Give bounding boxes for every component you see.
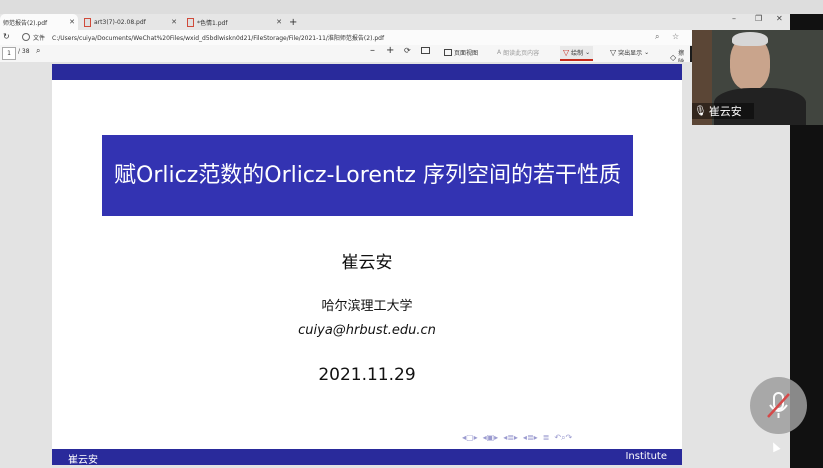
chevron-down-icon: ⌄ xyxy=(644,49,650,56)
close-window-button[interactable]: ✕ xyxy=(776,14,783,23)
tab-bar: 师范报告(2).pdf ✕ art3(7)-02.08.pdf ✕ *色情1.p… xyxy=(0,14,790,30)
slide-header-bar xyxy=(52,64,682,80)
nav-frame-icon: ◂▢▸ xyxy=(462,433,478,442)
nav-slide-icon: ◂▣▸ xyxy=(482,433,499,442)
highlight-icon: ▽ xyxy=(610,48,617,57)
tab-1[interactable]: 师范报告(2).pdf ✕ xyxy=(0,14,78,30)
read-aloud-button[interactable]: A 朗读此页内容 xyxy=(497,48,539,57)
participant-name: 崔云安 xyxy=(708,105,742,118)
url-field[interactable]: C:/Users/cuiya/Documents/WeChat%20Files/… xyxy=(52,33,652,42)
tab-label: *色情1.pdf xyxy=(197,19,228,27)
nav-search-icon: ↶⌕↷ xyxy=(554,433,573,442)
tab-3[interactable]: *色情1.pdf ✕ xyxy=(183,14,285,30)
tab-label: art3(7)-02.08.pdf xyxy=(94,18,146,26)
minimize-button[interactable]: – xyxy=(732,14,736,23)
slide-date: 2021.11.29 xyxy=(318,365,416,385)
pdf-toolbar: 1 / 38 ⌕ – + ⟳ 页面视图 A 朗读此页内容 ▽ 绘制 ⌄ ▽ 突出… xyxy=(0,45,690,66)
slide-email: cuiya@hrbust.edu.cn xyxy=(298,323,436,338)
slide-footer: 崔云安 Institute xyxy=(52,449,682,466)
highlight-button[interactable]: ▽ 突出显示 ⌄ xyxy=(610,48,649,57)
page-number-input[interactable]: 1 xyxy=(2,47,16,60)
file-label: 文件 xyxy=(33,35,46,42)
nav-subsection-icon: ◂≣▸ xyxy=(503,433,518,442)
participant-name-tag: 🎙 崔云安 xyxy=(692,103,754,119)
refresh-icon[interactable]: ↻ xyxy=(3,32,10,41)
slide-affiliation: 哈尔滨理工大学 xyxy=(321,299,413,314)
footer-author: 崔云安 xyxy=(68,455,98,466)
pdf-icon xyxy=(84,17,91,27)
close-icon[interactable]: ✕ xyxy=(276,18,285,26)
tab-2[interactable]: art3(7)-02.08.pdf ✕ xyxy=(80,14,180,30)
slide-title: 赋Orlicz范数的Orlicz-Lorentz 序列空间的若干性质 xyxy=(114,162,621,188)
draw-icon: ▽ xyxy=(563,48,570,57)
beamer-nav-symbols[interactable]: ◂▢▸ ◂▣▸ ◂≣▸ ◂≣▸ ≣ ↶⌕↷ xyxy=(462,433,680,443)
nav-section-icon: ◂≣▸ xyxy=(522,433,538,442)
page-view-button[interactable]: 页面视图 xyxy=(444,48,478,57)
slide-author: 崔云安 xyxy=(341,253,393,273)
close-icon[interactable]: ✕ xyxy=(171,18,180,26)
slide-page: 赋Orlicz范数的Orlicz-Lorentz 序列空间的若干性质 崔云安 哈… xyxy=(52,64,682,466)
favorites-icon[interactable]: ☆ xyxy=(672,32,679,41)
slide-title-box: 赋Orlicz范数的Orlicz-Lorentz 序列空间的若干性质 xyxy=(102,135,633,216)
nav-toc-icon: ≣ xyxy=(542,433,550,442)
rotate-icon[interactable]: ⟳ xyxy=(404,46,411,55)
page-view-icon xyxy=(444,49,452,56)
footer-institute: Institute xyxy=(625,451,667,462)
zoom-icon[interactable]: ⌕ xyxy=(655,32,659,42)
mic-muted-icon xyxy=(767,392,790,418)
top-strip xyxy=(0,0,823,14)
search-icon[interactable]: ⌕ xyxy=(36,46,40,56)
mute-toggle-button[interactable] xyxy=(750,377,807,434)
zoom-out-button[interactable]: – xyxy=(370,45,375,56)
close-icon[interactable]: ✕ xyxy=(69,18,78,26)
new-tab-button[interactable]: + xyxy=(289,14,301,30)
info-icon[interactable] xyxy=(22,33,30,41)
tab-label: 师范报告(2).pdf xyxy=(3,19,48,27)
zoom-in-button[interactable]: + xyxy=(386,45,394,56)
page-total: / 38 xyxy=(18,48,30,55)
participant-video[interactable]: 🎙 崔云安 xyxy=(692,30,823,125)
eraser-icon: ◇ xyxy=(670,52,677,62)
mic-icon: 🎙 xyxy=(694,105,707,117)
draw-button[interactable]: ▽ 绘制 ⌄ xyxy=(560,46,594,61)
participant-hair xyxy=(732,32,768,46)
fit-page-icon[interactable] xyxy=(421,47,430,54)
read-aloud-icon: A xyxy=(497,49,502,56)
address-bar: ↻ 文件 C:/Users/cuiya/Documents/WeChat%20F… xyxy=(0,30,790,46)
chevron-down-icon: ⌄ xyxy=(585,49,591,56)
pdf-icon xyxy=(187,17,194,27)
restore-button[interactable]: ❐ xyxy=(755,14,762,23)
